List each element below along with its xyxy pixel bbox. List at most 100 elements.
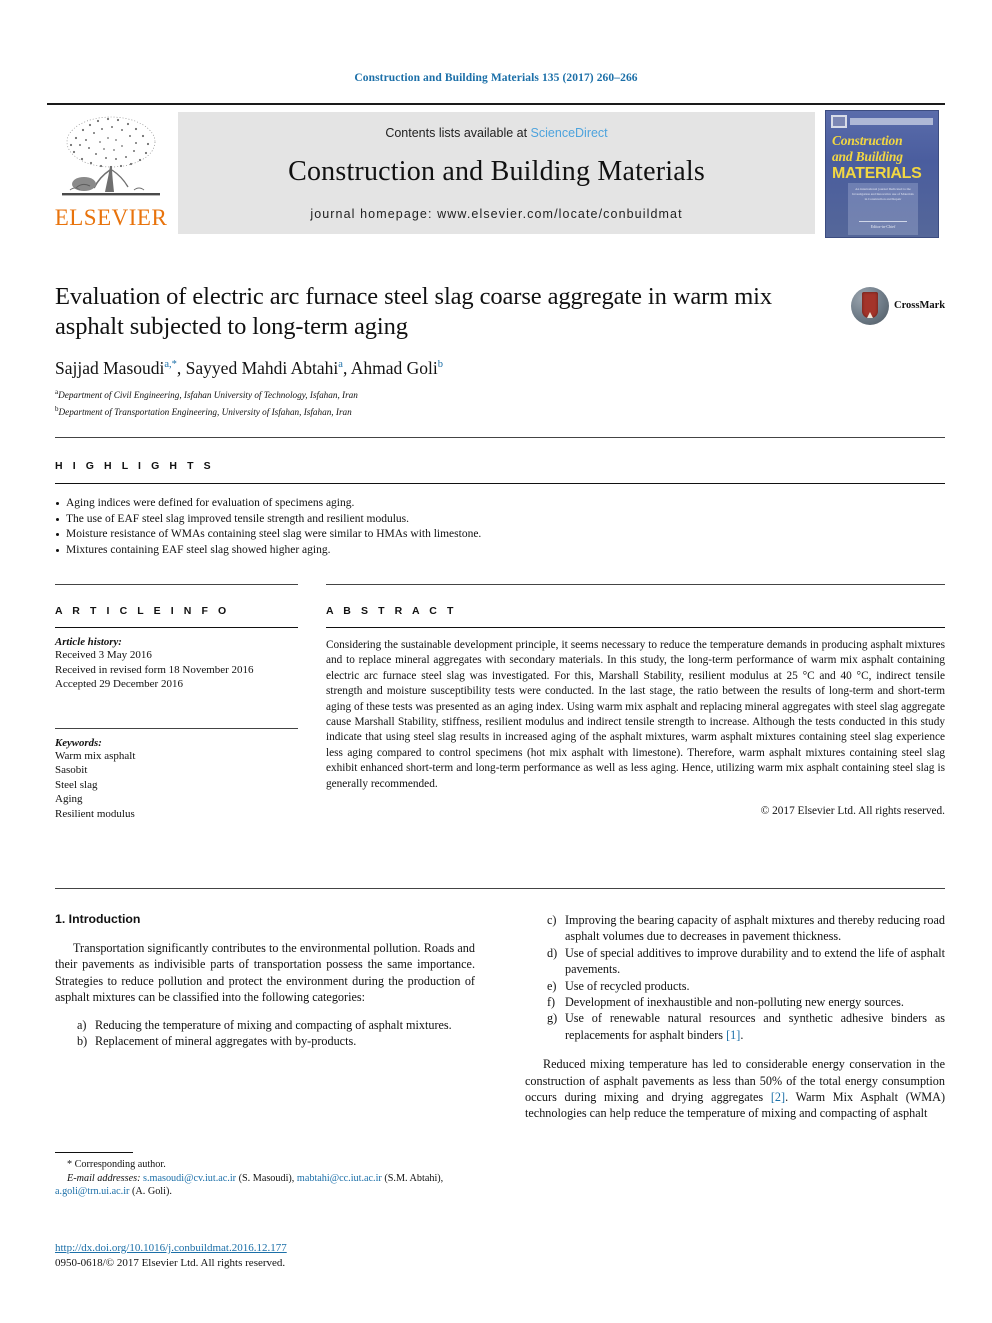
cover-footer-text: Editor-in-Chief — [870, 224, 896, 229]
email-owner: (S. Masoudi), — [236, 1172, 297, 1184]
affiliation: aDepartment of Civil Engineering, Isfaha… — [55, 386, 845, 402]
list-text: Replacement of mineral aggregates with b… — [95, 1034, 357, 1049]
list-text: Use of special additives to improve dura… — [565, 945, 945, 977]
list-marker: c) — [547, 913, 557, 927]
abstract-copyright: © 2017 Elsevier Ltd. All rights reserved… — [760, 805, 945, 818]
list-marker: g) — [547, 1011, 558, 1026]
author-sep: , — [176, 358, 186, 378]
article-history-item: Received 3 May 2016 — [55, 649, 152, 661]
footnote-block: * Corresponding author. E-mail addresses… — [55, 1158, 475, 1199]
author-sep: , — [342, 358, 351, 378]
footnote-divider — [55, 1152, 133, 1153]
journal-banner: Contents lists available at ScienceDirec… — [178, 112, 815, 234]
list-marker: e) — [547, 978, 557, 993]
keyword-item: Aging — [55, 793, 83, 805]
cover-title-line-1: Construction — [832, 133, 903, 148]
cover-title-line-2: and Building — [832, 149, 903, 164]
list-item: b) Replacement of mineral aggregates with… — [77, 1033, 475, 1049]
email-link[interactable]: s.masoudi@cv.iut.ac.ir — [143, 1173, 236, 1184]
crossmark-label: CrossMark — [894, 300, 946, 311]
email-link[interactable]: a.goli@trn.ui.ac.ir — [55, 1186, 129, 1197]
corresponding-author-note: * Corresponding author. — [67, 1159, 166, 1170]
list-item: f) Development of inexhaustible and non-p… — [547, 994, 945, 1010]
list-item: a) Reducing the temperature of mixing and… — [77, 1017, 475, 1033]
category-list-left: a) Reducing the temperature of mixing and… — [55, 1017, 475, 1050]
list-item: Mixtures containing EAF steel slag showe… — [55, 543, 945, 559]
body-column-right: c) Improving the bearing capacity of asph… — [525, 912, 945, 1133]
highlights-heading: H I G H L I G H T S — [55, 460, 215, 472]
elsevier-tree-icon — [62, 116, 160, 196]
keyword-item: Resilient modulus — [55, 807, 135, 820]
author-mark: b — [437, 359, 444, 371]
list-text: Improving the bearing capacity of asphal… — [565, 913, 945, 944]
author-name: Sayyed Mahdi Abtahi — [185, 358, 339, 378]
abstract-top-divider — [326, 584, 945, 585]
list-item: d) Use of special additives to improve du… — [547, 945, 945, 978]
author-mark: a,* — [164, 359, 177, 371]
citation-ref[interactable]: [1] — [726, 1028, 740, 1042]
highlights-top-divider — [55, 437, 945, 438]
citation-ref[interactable]: [2] — [771, 1090, 785, 1104]
section-heading-introduction: 1. Introduction — [55, 912, 141, 926]
journal-title: Construction and Building Materials — [288, 156, 705, 187]
list-text-tail: . — [740, 1027, 744, 1042]
list-text: Reducing the temperature of mixing and c… — [95, 1017, 452, 1032]
list-marker: a) — [77, 1017, 87, 1032]
keyword-item: Sasobit — [55, 764, 88, 776]
abstract-divider — [326, 627, 945, 628]
list-item: Aging indices were defined for evaluatio… — [55, 496, 945, 512]
keyword-item: Steel slag — [55, 778, 98, 791]
article-info-divider — [55, 627, 298, 628]
keywords-label: Keywords: — [55, 736, 102, 749]
author-name: Ahmad Goli — [350, 358, 438, 378]
email-owner: (S.M. Abtahi), — [381, 1172, 444, 1184]
author-list: Sajjad Masoudia,*, Sayyed Mahdi Abtahia,… — [55, 358, 845, 379]
list-marker: d) — [547, 945, 558, 960]
keywords-block: Keywords: Warm mix asphalt Sasobit Steel… — [55, 727, 298, 822]
body-column-left: 1. Introduction Transportation significa… — [55, 912, 475, 1049]
email-owner: (A. Goli). — [129, 1186, 172, 1198]
doi-block: http://dx.doi.org/10.1016/j.conbuildmat.… — [55, 1241, 485, 1271]
journal-cover-thumbnail[interactable]: Construction and Building MATERIALS An i… — [825, 110, 939, 238]
paper-page: Construction and Building Materials 135 … — [0, 0, 992, 1323]
issn-copyright-line: 0950-0618/© 2017 Elsevier Ltd. All right… — [55, 1257, 286, 1269]
crossmark-badge[interactable]: CrossMark — [851, 287, 946, 327]
paragraph: Transportation significantly contributes… — [55, 941, 475, 1005]
list-item: e) Use of recycled products. — [547, 978, 945, 994]
abstract-heading: A B S T R A C T — [326, 605, 457, 617]
affiliation-text: Department of Civil Engineering, Isfahan… — [58, 390, 358, 401]
paragraph: Reduced mixing temperature has led to co… — [525, 1056, 945, 1122]
running-head: Construction and Building Materials 135 … — [354, 72, 638, 84]
list-item: Moisture resistance of WMAs containing s… — [55, 527, 945, 543]
highlights-list: Aging indices were defined for evaluatio… — [55, 496, 945, 558]
cover-title-line-3: MATERIALS — [832, 165, 922, 182]
journal-homepage-link[interactable]: journal homepage: www.elsevier.com/locat… — [178, 207, 815, 221]
article-info-section: A R T I C L E I N F O Article history: R… — [55, 587, 298, 821]
keywords-divider — [55, 727, 298, 729]
keyword-item: Warm mix asphalt — [55, 749, 136, 762]
cover-blurb: An international journal Dedicated to th… — [852, 187, 914, 201]
affiliation-text: Department of Transportation Engineering… — [58, 406, 352, 417]
elsevier-logo: ELSEVIER — [50, 112, 172, 234]
email-addresses-line: E-mail addresses: s.masoudi@cv.iut.ac.ir… — [55, 1172, 475, 1199]
list-text: Use of renewable natural resources and s… — [565, 1011, 945, 1042]
journal-masthead: ELSEVIER Contents lists available at Sci… — [47, 103, 945, 238]
list-marker: f) — [547, 995, 556, 1010]
highlights-section: H I G H L I G H T S Aging indices were d… — [55, 440, 945, 558]
body-top-divider — [55, 888, 945, 889]
article-history-item: Received in revised form 18 November 201… — [55, 663, 254, 676]
email-link[interactable]: mabtahi@cc.iut.ac.ir — [297, 1173, 382, 1184]
list-text: Development of inexhaustible and non-pol… — [565, 995, 904, 1010]
cover-elsevier-logo-icon — [831, 115, 847, 128]
title-block: Evaluation of electric arc furnace steel… — [55, 282, 845, 418]
article-info-heading: A R T I C L E I N F O — [55, 605, 230, 617]
abstract-text: Considering the sustainable development … — [326, 639, 945, 790]
cover-top-bar — [850, 118, 933, 125]
affiliation: bDepartment of Transportation Engineerin… — [55, 403, 845, 419]
sciencedirect-link[interactable]: ScienceDirect — [531, 126, 608, 140]
article-info-top-divider — [55, 584, 298, 585]
doi-link[interactable]: http://dx.doi.org/10.1016/j.conbuildmat.… — [55, 1241, 485, 1256]
elsevier-wordmark: ELSEVIER — [54, 205, 168, 230]
list-item: c) Improving the bearing capacity of asph… — [547, 912, 945, 945]
page-title: Evaluation of electric arc furnace steel… — [55, 283, 773, 340]
